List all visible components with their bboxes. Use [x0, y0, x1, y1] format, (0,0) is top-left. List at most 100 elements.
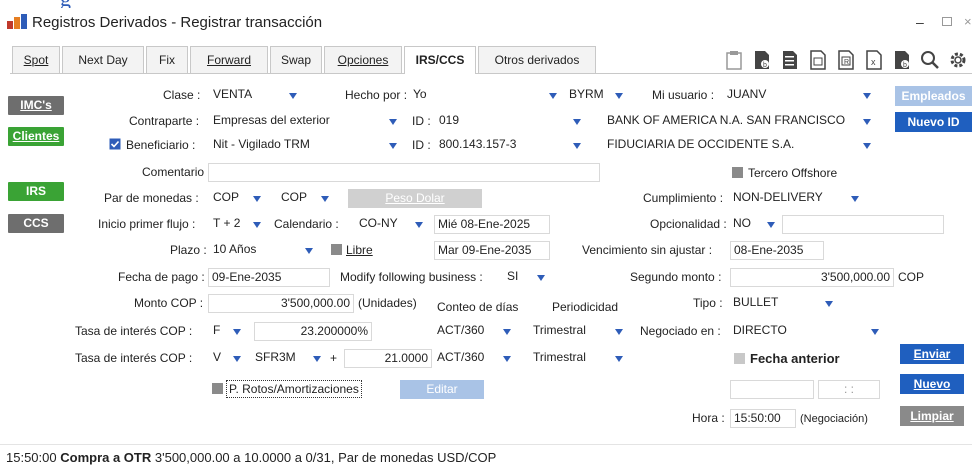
comentario-field[interactable] [208, 163, 600, 182]
tab-next-day[interactable]: Next Day [62, 46, 144, 73]
clientes-button[interactable]: Clientes [8, 127, 64, 146]
chevron-down-icon[interactable] [764, 215, 778, 234]
opcionalidad-select[interactable]: NO [730, 215, 760, 234]
chevron-down-icon[interactable] [612, 322, 626, 341]
spreadsheet-icon[interactable] [808, 50, 828, 70]
fecha-anterior-time[interactable]: : : [818, 380, 880, 399]
gear-icon[interactable] [948, 50, 968, 70]
tasa1-conteo-select[interactable]: ACT/360 [434, 322, 494, 341]
beneficiario-select[interactable]: Nit - Vigilado TRM [210, 136, 385, 155]
fecha-anterior-checkbox[interactable] [734, 353, 745, 364]
hecho-por-select[interactable]: Yo [410, 86, 540, 105]
par2-select[interactable]: COP [278, 189, 318, 208]
chevron-down-icon[interactable] [612, 86, 626, 105]
report-r-icon[interactable]: R [836, 50, 856, 70]
calendario-select[interactable]: CO-NY [356, 215, 410, 234]
tasa1-period-select[interactable]: Trimestral [530, 322, 602, 341]
par1-select[interactable]: COP [210, 189, 250, 208]
tab-swap[interactable]: Swap [270, 46, 322, 73]
chevron-down-icon[interactable] [386, 136, 400, 155]
tab-opciones[interactable]: Opciones [324, 46, 402, 73]
chevron-down-icon[interactable] [302, 241, 316, 260]
tasa2-period-select[interactable]: Trimestral [530, 349, 602, 368]
chevron-down-icon[interactable] [310, 349, 324, 368]
chevron-down-icon[interactable] [848, 189, 862, 208]
cumplimiento-select[interactable]: NON-DELIVERY [730, 189, 840, 208]
search-icon[interactable] [920, 50, 940, 70]
limpiar-button[interactable]: Limpiar [900, 406, 964, 426]
negociado-select[interactable]: DIRECTO [730, 322, 860, 341]
tasa1-field[interactable]: 23.200000% [254, 322, 372, 341]
modify-select[interactable]: SI [504, 268, 532, 287]
monto-field[interactable]: 3'500,000.00 [208, 294, 354, 313]
tercero-offshore-checkbox[interactable] [732, 167, 743, 178]
chevron-down-icon[interactable] [318, 189, 332, 208]
nuevo-id-button[interactable]: Nuevo ID [895, 112, 972, 132]
document-print-icon[interactable]: b [892, 50, 912, 70]
close-button[interactable]: × [964, 14, 972, 29]
chevron-down-icon[interactable] [546, 86, 560, 105]
chevron-down-icon[interactable] [250, 189, 264, 208]
contraparte-name[interactable]: BANK OF AMERICA N.A. SAN FRANCISCO [604, 112, 858, 131]
tasa2-conteo-select[interactable]: ACT/360 [434, 349, 494, 368]
chevron-down-icon[interactable] [286, 86, 300, 105]
contraparte-select[interactable]: Empresas del exterior [210, 112, 385, 131]
hecho-por-code[interactable]: BYRM [566, 86, 612, 105]
libre-checkbox[interactable] [331, 244, 342, 255]
tab-irs-ccs[interactable]: IRS/CCS [404, 46, 476, 74]
chevron-down-icon[interactable] [500, 349, 514, 368]
minimize-button[interactable]: – [916, 14, 924, 30]
beneficiario-checkbox[interactable] [109, 138, 121, 150]
tab-fix[interactable]: Fix [146, 46, 188, 73]
ccs-button[interactable]: CCS [8, 214, 64, 233]
chevron-down-icon[interactable] [612, 349, 626, 368]
opcionalidad-extra[interactable] [782, 215, 944, 234]
chevron-down-icon[interactable] [412, 215, 426, 234]
peso-dolar-button[interactable]: Peso Dolar [348, 189, 482, 208]
tab-spot[interactable]: Spot [12, 46, 60, 73]
tasa2-spread-field[interactable]: 21.0000 [344, 349, 432, 368]
fecha-pago-field[interactable]: 09-Ene-2035 [208, 268, 330, 287]
imcs-button[interactable]: IMC's [8, 96, 64, 115]
chevron-down-icon[interactable] [230, 322, 244, 341]
chevron-down-icon[interactable] [500, 322, 514, 341]
chevron-down-icon[interactable] [386, 112, 400, 131]
rotos-checkbox[interactable] [212, 383, 223, 394]
chevron-down-icon[interactable] [250, 215, 264, 234]
enviar-button[interactable]: Enviar [900, 344, 964, 364]
document-x-icon[interactable]: x [864, 50, 884, 70]
document-save-icon[interactable]: b [752, 50, 772, 70]
beneficiario-name[interactable]: FIDUCIARIA DE OCCIDENTE S.A. [604, 136, 858, 155]
chevron-down-icon[interactable] [860, 136, 874, 155]
tab-forward[interactable]: Forward [190, 46, 268, 73]
chevron-down-icon[interactable] [822, 294, 836, 313]
document-lines-icon[interactable] [780, 50, 800, 70]
fecha-anterior-date[interactable] [730, 380, 814, 399]
tasa2-index-select[interactable]: SFR3M [252, 349, 308, 368]
maximize-button[interactable] [942, 17, 952, 26]
nuevo-button[interactable]: Nuevo [900, 374, 964, 394]
inicio-select[interactable]: T + 2 [210, 215, 250, 234]
clase-select[interactable]: VENTA [210, 86, 284, 105]
chevron-down-icon[interactable] [860, 112, 874, 131]
chevron-down-icon[interactable] [570, 112, 584, 131]
mi-usuario-select[interactable]: JUANV [724, 86, 854, 105]
chevron-down-icon[interactable] [860, 86, 874, 105]
tasa1-type-select[interactable]: F [210, 322, 230, 341]
segundo-monto-field[interactable]: 3'500,000.00 [730, 268, 894, 287]
chevron-down-icon[interactable] [868, 322, 882, 341]
editar-button[interactable]: Editar [400, 380, 484, 399]
empleados-button[interactable]: Empleados [895, 86, 972, 106]
chevron-down-icon[interactable] [534, 268, 548, 287]
hora-field[interactable]: 15:50:00 [730, 409, 796, 428]
id1-field[interactable]: 019 [436, 112, 566, 131]
tipo-select[interactable]: BULLET [730, 294, 820, 313]
chevron-down-icon[interactable] [570, 136, 584, 155]
tasa2-type-select[interactable]: V [210, 349, 230, 368]
irs-button[interactable]: IRS [8, 182, 64, 201]
tab-otros-derivados[interactable]: Otros derivados [478, 46, 596, 73]
clipboard-icon[interactable] [724, 50, 744, 70]
plazo-select[interactable]: 10 Años [210, 241, 298, 260]
chevron-down-icon[interactable] [230, 349, 244, 368]
id2-field[interactable]: 800.143.157-3 [436, 136, 566, 155]
